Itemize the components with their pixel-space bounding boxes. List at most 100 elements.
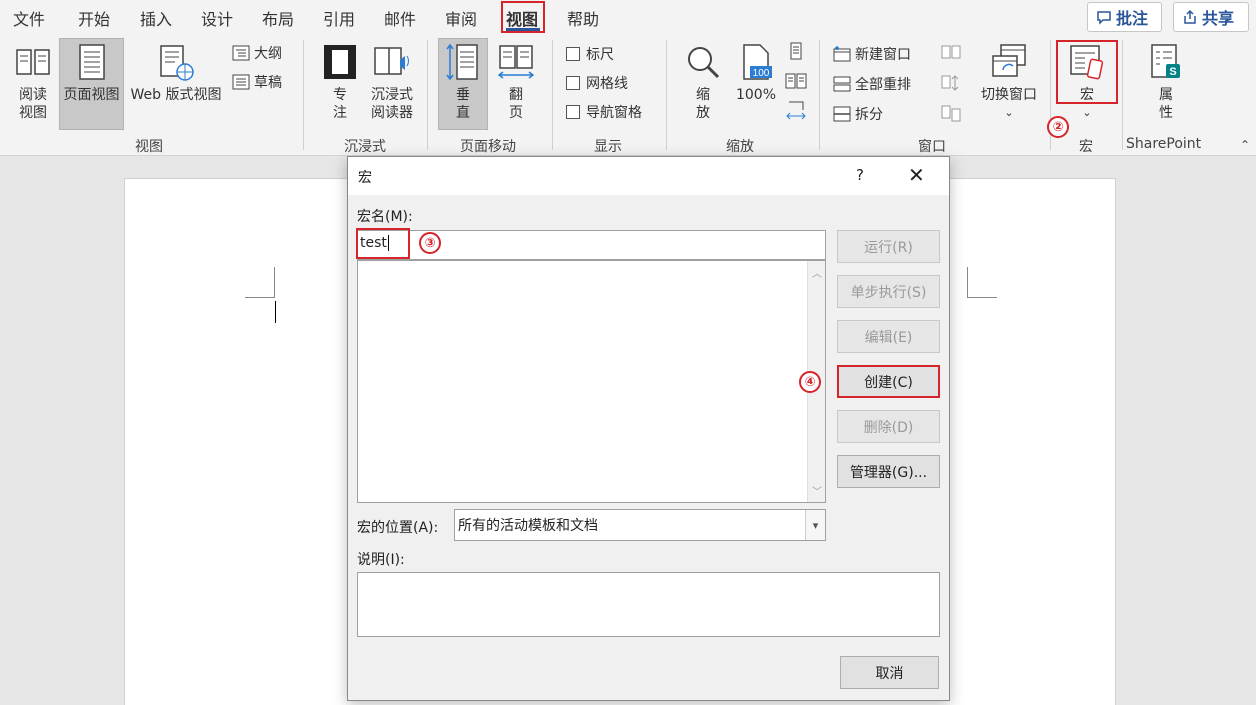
group-label-sharepoint: SharePoint [1126,136,1202,152]
new-window-label: 新建窗口 [855,47,911,63]
comments-label: 批注 [1116,9,1149,28]
menu-file[interactable]: 文件 [13,6,45,30]
chevron-down-icon[interactable]: ▾ [805,510,825,540]
dialog-title-bar: 宏 ? ✕ [348,157,949,195]
menu-design[interactable]: 设计 [201,6,233,30]
menu-home[interactable]: 开始 [78,6,110,30]
group-separator [1122,40,1123,150]
reset-window-position-icon[interactable] [941,104,961,122]
switch-windows-label: 切换窗口 [981,87,1037,103]
focus-icon [324,45,356,79]
synchronous-scrolling-icon[interactable] [941,74,961,92]
magnifier-icon [688,47,720,79]
group-label-window: 窗口 [918,139,946,155]
zoom-button[interactable]: 缩 放 [683,42,723,122]
navigation-pane-checkbox[interactable]: 导航窗格 [566,102,642,122]
page-width-icon[interactable] [785,100,807,122]
immersive-reader-label: 沉浸式 阅读器 [371,87,413,121]
menu-review[interactable]: 审阅 [445,6,477,30]
scroll-up-icon[interactable]: ︿ [812,265,822,280]
page-icon [78,44,105,80]
help-button[interactable]: ? [856,166,864,184]
vertical-scroll-icon [446,43,478,81]
macro-list[interactable]: ︿ ﹀ [357,260,826,503]
macros-in-value: 所有的活动模板和文档 [458,518,598,534]
properties-button[interactable]: S 属 性 [1144,42,1188,122]
run-button[interactable]: 运行(R) [837,230,940,263]
switch-windows-button[interactable]: 切换窗口 ⌄ [974,42,1044,122]
edit-button[interactable]: 编辑(E) [837,320,940,353]
group-label-immersive: 沉浸式 [344,139,386,155]
vertical-button[interactable]: 垂 直 [438,38,488,130]
immersive-reader-icon [374,47,409,75]
group-separator [427,40,428,150]
sharepoint-properties-icon: S [1151,44,1180,78]
comments-button[interactable]: 批注 [1087,2,1162,32]
share-button[interactable]: 共享 [1173,2,1249,32]
web-page-icon [160,45,194,81]
crop-mark-left-v [274,267,275,297]
macros-in-select[interactable]: 所有的活动模板和文档 ▾ [454,509,826,541]
menu-references[interactable]: 引用 [323,6,355,30]
annotation-2: ② [1047,116,1069,138]
highlight-view-tab [501,1,545,33]
web-layout-button[interactable]: Web 版式视图 [126,42,226,104]
ruler-checkbox-box[interactable] [566,47,580,61]
navigation-pane-label: 导航窗格 [586,105,642,121]
annotation-4: ④ [799,371,821,393]
gridlines-checkbox[interactable]: 网格线 [566,73,628,93]
menu-help[interactable]: 帮助 [567,6,599,30]
ruler-checkbox[interactable]: 标尺 [566,44,614,64]
sharepoint-icon-text: S [1169,66,1176,78]
read-mode-button[interactable]: 阅读 视图 [10,42,56,122]
scroll-down-icon[interactable]: ﹀ [812,483,822,498]
create-button[interactable]: 创建(C) [837,365,940,398]
view-side-by-side-icon[interactable] [941,44,961,60]
immersive-reader-button[interactable]: 沉浸式 阅读器 [366,42,418,122]
read-mode-label: 阅读 视图 [19,87,47,121]
delete-button[interactable]: 删除(D) [837,410,940,443]
comment-icon [1097,11,1111,25]
draft-button[interactable]: 草稿 [232,72,282,92]
gridlines-checkbox-box[interactable] [566,76,580,90]
draft-label: 草稿 [254,75,282,91]
highlight-macro-name [356,228,410,259]
side-to-side-label: 翻 页 [509,87,523,121]
navigation-pane-checkbox-box[interactable] [566,105,580,119]
ribbon-view: 阅读 视图 页面视图 Web 版式视图 大纲 草稿 视图 专 注 沉浸式 阅读器… [0,34,1256,156]
cancel-button[interactable]: 取消 [840,656,939,689]
menu-mailings[interactable]: 邮件 [384,6,416,30]
new-window-button[interactable]: 新建窗口 [833,44,911,64]
step-into-button[interactable]: 单步执行(S) [837,275,940,308]
group-separator [819,40,820,150]
menu-layout[interactable]: 布局 [262,6,294,30]
split-button[interactable]: 拆分 [833,104,883,124]
arrange-all-button[interactable]: 全部重排 [833,74,911,94]
zoom-100-icon: 100 [743,44,772,80]
menu-insert[interactable]: 插入 [140,6,172,30]
close-button[interactable]: ✕ [908,163,925,187]
switch-windows-icon [992,44,1026,77]
group-label-macros: 宏 [1079,139,1093,155]
organizer-button[interactable]: 管理器(G)... [837,455,940,488]
macros-in-label: 宏的位置(A): [357,520,439,536]
print-layout-button[interactable]: 页面视图 [59,38,124,130]
zoom-100-icon-text: 100 [753,68,770,79]
draft-icon [232,74,250,90]
chevron-down-icon: ⌄ [1082,106,1092,119]
focus-button[interactable]: 专 注 [320,42,360,122]
collapse-ribbon-icon[interactable]: ⌃ [1240,138,1250,152]
description-label: 说明(I): [357,552,405,568]
zoom-100-button[interactable]: 100 100% [734,42,778,104]
dialog-title: 宏 [358,170,372,186]
highlight-macros-button [1056,40,1118,104]
print-layout-label: 页面视图 [63,87,120,103]
new-window-icon [833,46,851,62]
multiple-pages-icon[interactable] [785,72,807,90]
macro-name-label: 宏名(M): [357,209,413,225]
one-page-icon[interactable] [787,42,805,60]
zoom-label: 缩 放 [696,87,710,121]
outline-button[interactable]: 大纲 [232,43,282,63]
zoom-100-label: 100% [735,87,777,103]
side-to-side-button[interactable]: 翻 页 [494,42,538,122]
